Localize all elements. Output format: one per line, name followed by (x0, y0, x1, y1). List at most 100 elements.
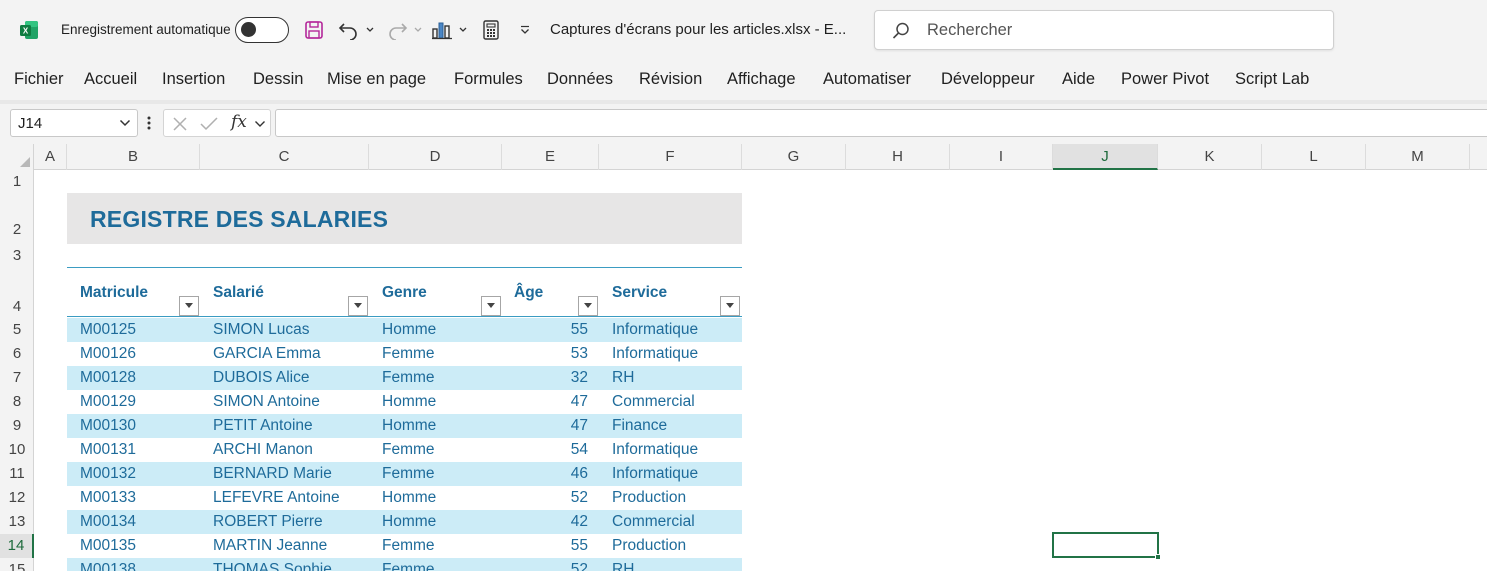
cell-genre[interactable]: Homme (382, 417, 436, 435)
worksheet-grid[interactable]: A B C D E F G H I J K L M 1 2 3 4 5 6 7 … (0, 144, 1487, 571)
tab-script-lab[interactable]: Script Lab (1235, 70, 1309, 89)
cell-genre[interactable]: Femme (382, 345, 435, 363)
cell-matricule[interactable]: M00126 (80, 345, 136, 363)
table-row[interactable]: M00129 SIMON Antoine Homme 47 Commercial (67, 390, 742, 414)
column-header-j[interactable]: J (1053, 144, 1158, 170)
tab-formules[interactable]: Formules (454, 70, 523, 89)
row-header-12[interactable]: 12 (0, 486, 34, 510)
cell-salarie[interactable]: SIMON Antoine (213, 393, 320, 411)
column-header-m[interactable]: M (1366, 144, 1470, 170)
row-header-11[interactable]: 11 (0, 462, 34, 486)
tab-donnees[interactable]: Données (547, 70, 613, 89)
cell-service[interactable]: Informatique (612, 465, 698, 483)
table-row[interactable]: M00134 ROBERT Pierre Homme 42 Commercial (67, 510, 742, 534)
cell-salarie[interactable]: THOMAS Sophie (213, 561, 332, 571)
cell-matricule[interactable]: M00133 (80, 489, 136, 507)
cell-age[interactable]: 55 (548, 537, 588, 555)
cell-genre[interactable]: Femme (382, 561, 435, 571)
select-all-button[interactable] (0, 144, 34, 170)
cell-service[interactable]: Production (612, 537, 686, 555)
autosave-toggle[interactable] (235, 17, 289, 43)
column-header-l[interactable]: L (1262, 144, 1366, 170)
tab-dessin[interactable]: Dessin (253, 70, 303, 89)
cell-matricule[interactable]: M00130 (80, 417, 136, 435)
column-header-c[interactable]: C (200, 144, 369, 170)
cell-matricule[interactable]: M00131 (80, 441, 136, 459)
column-header-b[interactable]: B (67, 144, 200, 170)
cell-salarie[interactable]: ROBERT Pierre (213, 513, 323, 531)
cell-age[interactable]: 53 (548, 345, 588, 363)
table-row[interactable]: M00131 ARCHI Manon Femme 54 Informatique (67, 438, 742, 462)
insert-function-icon[interactable]: fx (231, 112, 247, 132)
filter-dropdown-icon[interactable] (720, 296, 740, 316)
cell-genre[interactable]: Femme (382, 537, 435, 555)
cell-salarie[interactable]: DUBOIS Alice (213, 369, 309, 387)
cell-salarie[interactable]: ARCHI Manon (213, 441, 313, 459)
formula-input[interactable] (275, 109, 1487, 137)
cell-salarie[interactable]: SIMON Lucas (213, 321, 309, 339)
redo-icon[interactable] (384, 16, 410, 44)
row-header-9[interactable]: 9 (0, 414, 34, 438)
tab-fichier[interactable]: Fichier (14, 70, 64, 89)
column-header-d[interactable]: D (369, 144, 502, 170)
column-header-e[interactable]: E (502, 144, 599, 170)
enter-icon[interactable] (200, 116, 218, 132)
undo-icon[interactable] (336, 16, 362, 44)
tab-power-pivot[interactable]: Power Pivot (1121, 70, 1209, 89)
row-header-1[interactable]: 1 (0, 170, 34, 193)
row-header-7[interactable]: 7 (0, 366, 34, 390)
column-heading-service[interactable]: Service (612, 284, 667, 302)
chart-dropdown-icon[interactable] (456, 16, 470, 44)
cell-service[interactable]: Finance (612, 417, 667, 435)
name-box[interactable]: J14 (10, 109, 138, 137)
cell-genre[interactable]: Femme (382, 369, 435, 387)
cell-matricule[interactable]: M00132 (80, 465, 136, 483)
cell-matricule[interactable]: M00135 (80, 537, 136, 555)
cell-age[interactable]: 52 (548, 489, 588, 507)
row-header-14[interactable]: 14 (0, 534, 34, 558)
chevron-down-icon[interactable] (254, 119, 266, 129)
undo-dropdown-icon[interactable] (363, 16, 377, 44)
row-header-2[interactable]: 2 (0, 193, 34, 244)
fill-handle[interactable] (1155, 554, 1161, 560)
cell-service[interactable]: Informatique (612, 345, 698, 363)
cell-service[interactable]: Commercial (612, 393, 695, 411)
cell-service[interactable]: RH (612, 561, 634, 571)
cell-age[interactable]: 47 (548, 417, 588, 435)
row-header-8[interactable]: 8 (0, 390, 34, 414)
cell-genre[interactable]: Femme (382, 465, 435, 483)
table-row[interactable]: M00138 THOMAS Sophie Femme 52 RH (67, 558, 742, 571)
cell-age[interactable]: 55 (548, 321, 588, 339)
cell-salarie[interactable]: GARCIA Emma (213, 345, 321, 363)
calculator-icon[interactable] (479, 16, 503, 44)
row-header-15[interactable]: 15 (0, 558, 34, 571)
table-row[interactable]: M00132 BERNARD Marie Femme 46 Informatiq… (67, 462, 742, 486)
cell-salarie[interactable]: LEFEVRE Antoine (213, 489, 340, 507)
cell-genre[interactable]: Homme (382, 393, 436, 411)
column-header-i[interactable]: I (950, 144, 1053, 170)
cell-age[interactable]: 47 (548, 393, 588, 411)
chevron-down-icon[interactable] (119, 118, 131, 128)
cell-matricule[interactable]: M00138 (80, 561, 136, 571)
column-heading-salarie[interactable]: Salarié (213, 284, 264, 302)
cell-service[interactable]: Commercial (612, 513, 695, 531)
filter-dropdown-icon[interactable] (481, 296, 501, 316)
row-header-5[interactable]: 5 (0, 318, 34, 342)
tab-revision[interactable]: Révision (639, 70, 702, 89)
excel-icon[interactable]: X (19, 20, 39, 40)
cell-salarie[interactable]: BERNARD Marie (213, 465, 332, 483)
table-row[interactable]: M00128 DUBOIS Alice Femme 32 RH (67, 366, 742, 390)
cell-matricule[interactable]: M00128 (80, 369, 136, 387)
row-header-4[interactable]: 4 (0, 267, 34, 318)
tab-developpeur[interactable]: Développeur (941, 70, 1035, 89)
column-heading-age[interactable]: Âge (514, 284, 543, 302)
column-heading-genre[interactable]: Genre (382, 284, 427, 302)
cell-age[interactable]: 32 (548, 369, 588, 387)
table-row[interactable]: M00126 GARCIA Emma Femme 53 Informatique (67, 342, 742, 366)
sheet-title-band[interactable]: REGISTRE DES SALARIES (67, 193, 742, 244)
column-header-g[interactable]: G (742, 144, 846, 170)
row-header-6[interactable]: 6 (0, 342, 34, 366)
tab-aide[interactable]: Aide (1062, 70, 1095, 89)
cell-service[interactable]: Informatique (612, 441, 698, 459)
cell-service[interactable]: RH (612, 369, 634, 387)
